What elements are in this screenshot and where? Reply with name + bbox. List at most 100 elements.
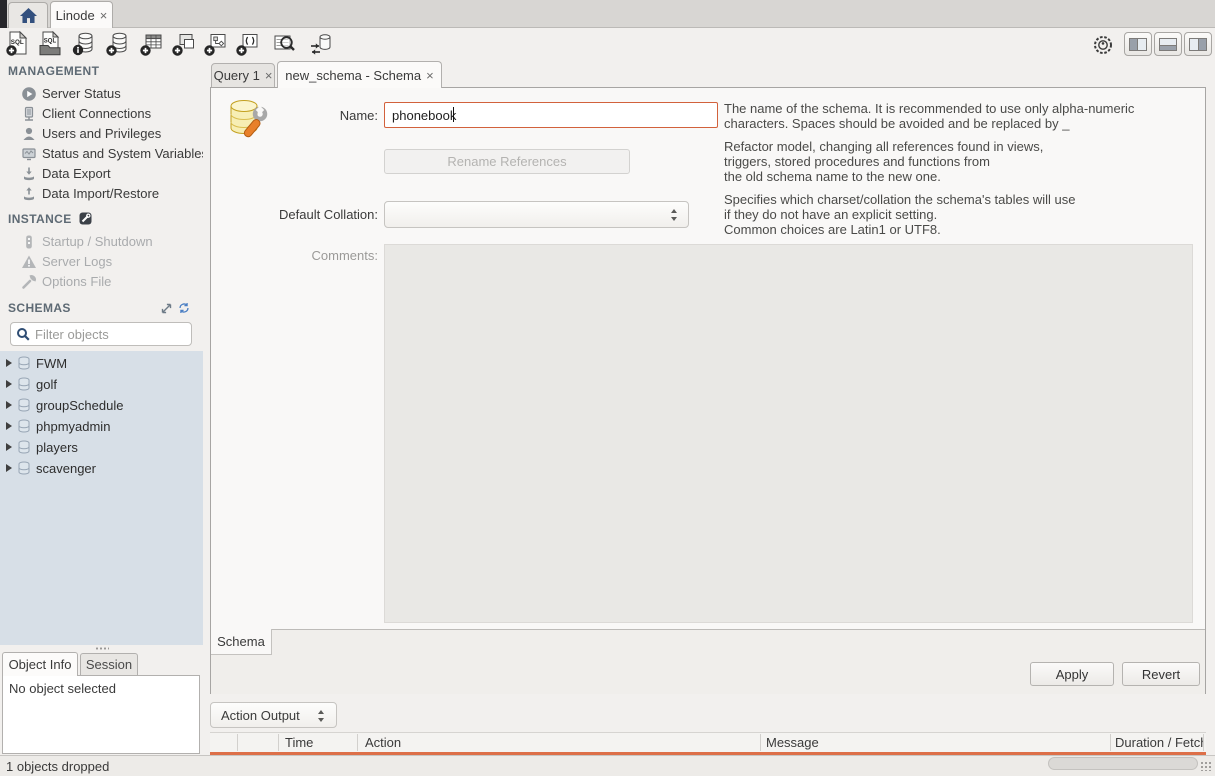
toggle-output-area-button[interactable]	[1154, 32, 1182, 56]
close-icon[interactable]: ×	[100, 9, 108, 22]
data-import-icon	[21, 186, 37, 202]
sidebar-item-label: Client Connections	[42, 104, 151, 124]
management-section-title: MANAGEMENT	[8, 64, 99, 78]
sidebar-item-status-system-variables[interactable]: Status and System Variables	[0, 144, 203, 164]
tab-label: Object Info	[9, 657, 72, 672]
sidebar-item-startup-shutdown[interactable]: Startup / Shutdown	[0, 232, 203, 252]
search-table-data-icon[interactable]	[271, 31, 297, 57]
tab-label: Session	[86, 657, 132, 672]
tab-object-info[interactable]: Object Info	[2, 652, 78, 676]
close-icon[interactable]: ×	[426, 69, 434, 82]
instance-title-text: INSTANCE	[8, 212, 72, 226]
sidebar-item-label: Status and System Variables	[42, 144, 203, 164]
schema-row-fwm[interactable]: FWM	[0, 353, 203, 374]
expander-icon[interactable]	[6, 380, 12, 388]
tab-new-schema[interactable]: new_schema - Schema ×	[277, 61, 442, 88]
schema-icon	[17, 461, 31, 476]
connection-tab-linode[interactable]: Linode ×	[50, 1, 113, 28]
status-bar	[0, 755, 1215, 776]
instance-tools-icon	[79, 212, 92, 225]
sidebar-item-users-privileges[interactable]: Users and Privileges	[0, 124, 203, 144]
revert-button[interactable]: Revert	[1122, 662, 1200, 686]
expander-icon[interactable]	[6, 464, 12, 472]
schema-inspector-icon[interactable]	[71, 31, 97, 57]
bottom-panel-icon	[1159, 38, 1177, 51]
home-tab[interactable]	[8, 2, 48, 28]
spinner-icon	[671, 209, 678, 221]
schema-name: players	[36, 437, 78, 458]
schema-row-scavenger[interactable]: scavenger	[0, 458, 203, 479]
schema-row-groupschedule[interactable]: groupSchedule	[0, 395, 203, 416]
schema-row-golf[interactable]: golf	[0, 374, 203, 395]
client-connections-icon	[21, 106, 37, 122]
collation-label: Default Collation:	[241, 207, 378, 222]
search-icon	[16, 327, 31, 342]
default-collation-select[interactable]	[384, 201, 689, 228]
tab-query-1[interactable]: Query 1 ×	[211, 63, 275, 88]
sidebar-item-label: Data Import/Restore	[42, 184, 159, 204]
action-output-header: Time Action Message Duration / Fetch	[210, 732, 1206, 752]
schema-icon	[17, 356, 31, 371]
schemas-section-title: SCHEMAS	[8, 301, 71, 315]
create-table-icon[interactable]	[139, 31, 165, 57]
sidebar-item-options-file[interactable]: Options File	[0, 272, 203, 292]
resize-grip[interactable]	[1200, 761, 1212, 771]
toggle-left-sidebar-button[interactable]	[1124, 32, 1152, 56]
rename-references-button[interactable]: Rename References	[384, 149, 630, 174]
expander-icon[interactable]	[6, 443, 12, 451]
sql-badge: SQL	[44, 39, 57, 45]
sidebar-item-server-logs[interactable]: Server Logs	[0, 252, 203, 272]
schema-filter-input[interactable]	[35, 325, 187, 343]
expand-schemas-icon[interactable]	[160, 302, 173, 315]
schema-icon	[17, 440, 31, 455]
schema-name: FWM	[36, 353, 67, 374]
tab-schema-bottom[interactable]: Schema	[211, 629, 272, 655]
schema-row-phpmyadmin[interactable]: phpmyadmin	[0, 416, 203, 437]
refresh-schemas-icon[interactable]	[177, 301, 191, 315]
create-procedure-icon[interactable]	[203, 31, 229, 57]
rename-help-line: Refactor model, changing all references …	[724, 139, 1202, 154]
name-help-line: The name of the schema. It is recommende…	[724, 101, 1202, 116]
expander-icon[interactable]	[6, 422, 12, 430]
expander-icon[interactable]	[6, 359, 12, 367]
comments-textarea[interactable]	[384, 244, 1193, 623]
title-tab-bar	[0, 0, 1215, 28]
expander-icon[interactable]	[6, 401, 12, 409]
data-export-icon	[21, 166, 37, 182]
system-variables-icon	[21, 146, 37, 162]
object-info-panel: No object selected	[2, 675, 200, 754]
close-icon[interactable]: ×	[265, 69, 273, 82]
reconnect-dbms-icon[interactable]	[307, 31, 333, 57]
schema-name: phpmyadmin	[36, 416, 110, 437]
output-selector[interactable]: Action Output	[210, 702, 337, 728]
apply-button[interactable]: Apply	[1030, 662, 1114, 686]
comments-label: Comments:	[241, 248, 378, 263]
name-help-line: characters. Spaces should be avoided and…	[724, 116, 1202, 131]
create-view-icon[interactable]	[171, 31, 197, 57]
sidebar-item-data-import[interactable]: Data Import/Restore	[0, 184, 203, 204]
column-header-time: Time	[285, 733, 355, 752]
tab-session[interactable]: Session	[80, 653, 138, 676]
sidebar-item-client-connections[interactable]: Client Connections	[0, 104, 203, 124]
sidebar-item-data-export[interactable]: Data Export	[0, 164, 203, 184]
horizontal-scrollbar-thumb[interactable]	[1048, 757, 1198, 770]
schema-icon	[17, 398, 31, 413]
schema-name: groupSchedule	[36, 395, 123, 416]
sidebar-splitter[interactable]	[95, 647, 109, 650]
server-logs-icon	[21, 254, 37, 270]
spinner-icon	[318, 710, 325, 722]
create-schema-icon[interactable]	[105, 31, 131, 57]
object-info-text: No object selected	[3, 676, 199, 701]
create-function-icon[interactable]	[235, 31, 261, 57]
toggle-right-sidebar-button[interactable]	[1184, 32, 1212, 56]
sidebar-item-label: Data Export	[42, 164, 111, 184]
open-sql-script-icon[interactable]: SQL	[37, 31, 63, 57]
startup-shutdown-icon	[21, 234, 37, 250]
window-edge	[0, 0, 7, 28]
sidebar-item-server-status[interactable]: Server Status	[0, 84, 203, 104]
schema-row-players[interactable]: players	[0, 437, 203, 458]
instance-section-title: INSTANCE	[8, 212, 92, 226]
schema-name-input[interactable]	[384, 102, 718, 128]
new-sql-tab-icon[interactable]: SQL	[5, 31, 31, 57]
rename-help-line: triggers, stored procedures and function…	[724, 154, 1202, 169]
